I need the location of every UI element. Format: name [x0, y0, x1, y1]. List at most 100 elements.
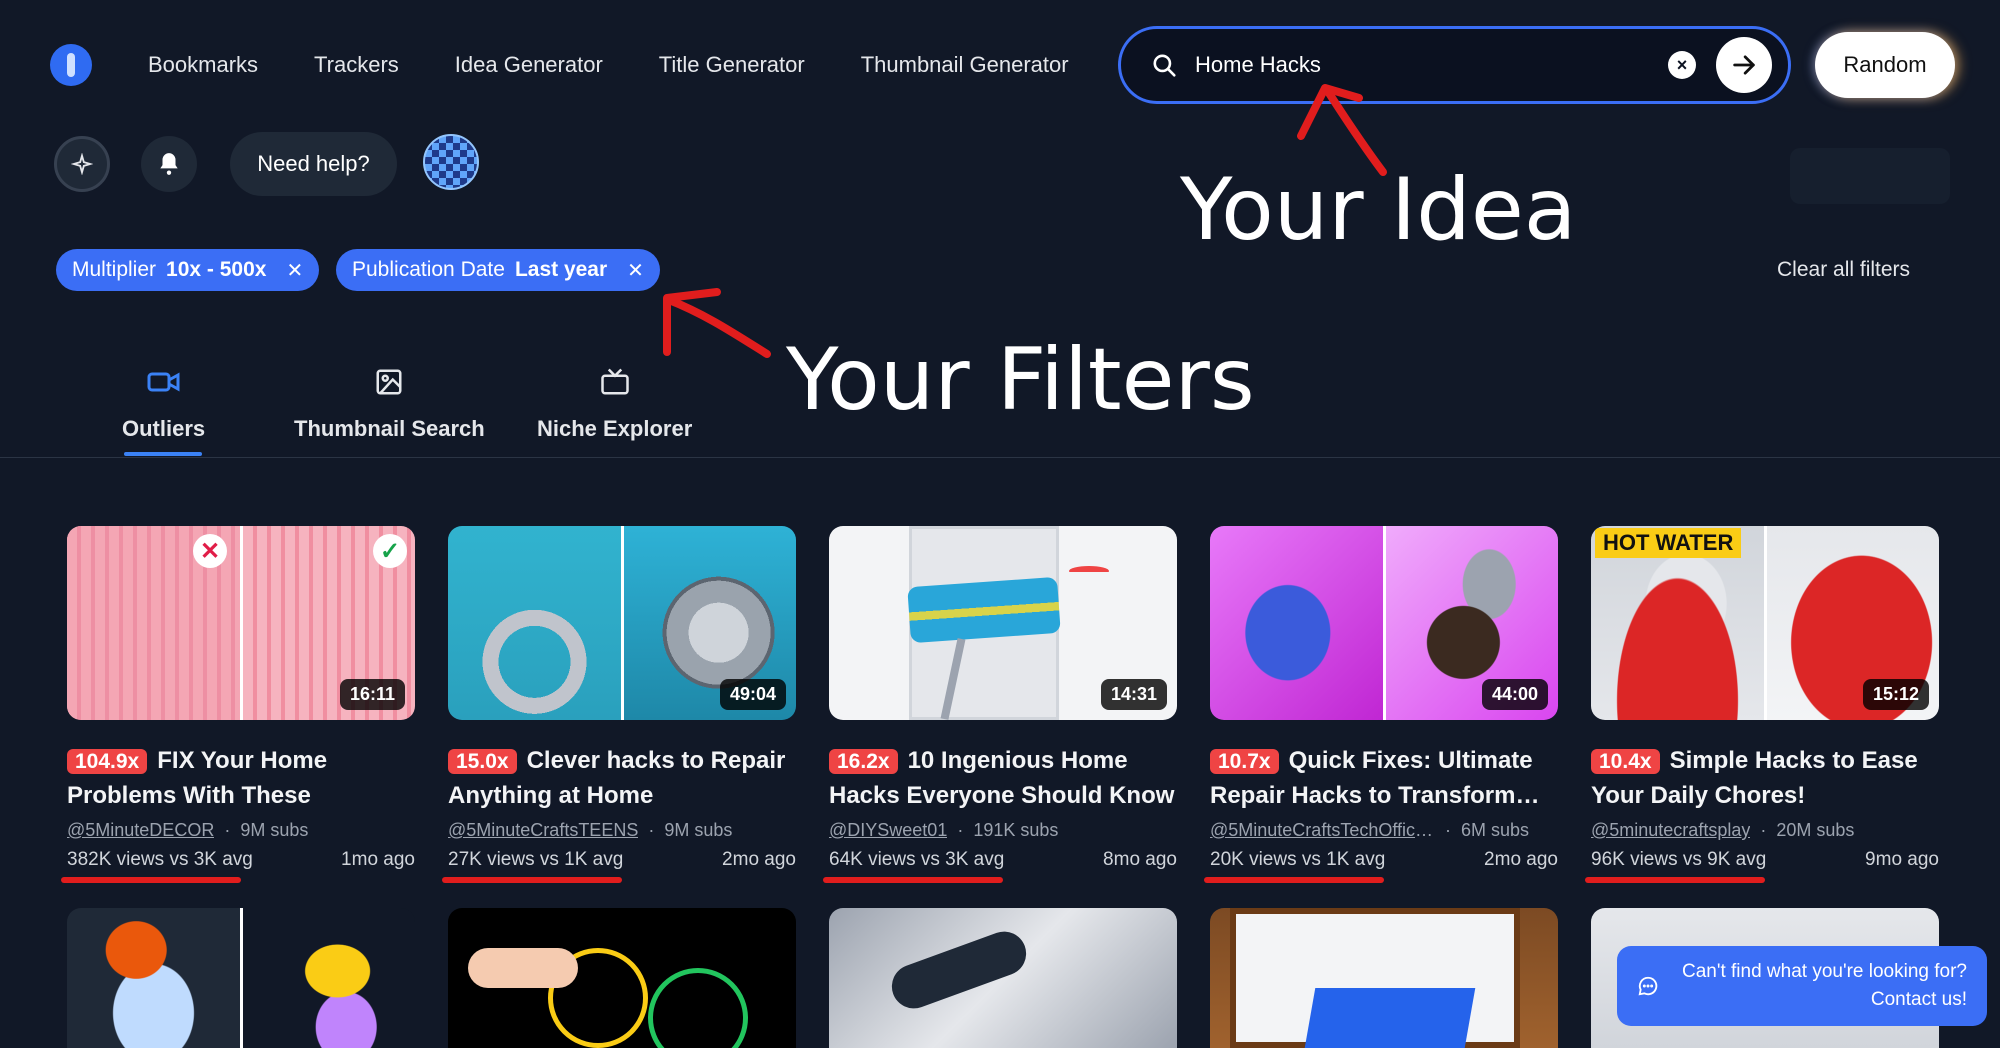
multiplier-badge: 16.2x — [829, 749, 898, 774]
avatar[interactable] — [423, 134, 479, 190]
video-card[interactable]: ✕ ✓ 16:11 104.9x FIX Your Home Problems W… — [61, 526, 415, 883]
video-card[interactable]: 44:00 10.7x Quick Fixes: Ultimate Repair … — [1204, 526, 1558, 883]
search-icon — [1153, 54, 1176, 77]
views-vs-avg: 20K views vs 1K avg — [1210, 849, 1386, 870]
video-thumbnail[interactable] — [67, 908, 415, 1048]
video-duration: 16:11 — [339, 679, 405, 710]
video-card[interactable]: 14:31 16.2x 10 Ingenious Home Hacks Every… — [823, 526, 1177, 883]
video-title[interactable]: 16.2x 10 Ingenious Home Hacks Everyone Sh… — [829, 744, 1177, 812]
clear-search-icon[interactable]: × — [1668, 51, 1696, 79]
video-thumbnail[interactable]: 14:31 — [829, 526, 1177, 720]
top-nav: Bookmarks Trackers Idea Generator Title … — [148, 52, 1069, 78]
chat-bubble-icon — [1638, 976, 1658, 996]
views-vs-avg: 96K views vs 9K avg — [1591, 849, 1767, 870]
video-title[interactable]: 15.0x Clever hacks to Repair Anything at … — [448, 744, 796, 812]
search-submit-button[interactable] — [1716, 37, 1772, 93]
filter-chip-multiplier[interactable]: Multiplier 10x - 500x ✕ — [56, 249, 320, 291]
annotation-underline — [61, 877, 241, 883]
video-card[interactable]: 49:04 15.0x Clever hacks to Repair Anythi… — [442, 526, 796, 883]
remove-filter-icon[interactable]: ✕ — [286, 258, 303, 283]
annotation-underline — [1204, 877, 1384, 883]
contact-line-1: Can't find what you're looking for? — [1681, 961, 1967, 982]
filter-chip-value: Last year — [514, 258, 608, 281]
subscriber-count: 20M subs — [1776, 820, 1855, 840]
annotation-underline — [442, 877, 622, 883]
published-ago: 2mo ago — [722, 849, 796, 870]
tab-label: Niche Explorer — [537, 416, 693, 441]
subscriber-count: 6M subs — [1461, 820, 1530, 840]
filter-chip-value: 10x - 500x — [166, 258, 267, 281]
published-ago: 1mo ago — [341, 849, 415, 870]
channel-link[interactable]: @5minutecraftsplay — [1591, 820, 1750, 841]
subscriber-count: 9M subs — [664, 820, 733, 840]
annotation-underline — [823, 877, 1003, 883]
nav-bookmarks[interactable]: Bookmarks — [148, 52, 258, 78]
divider — [0, 457, 2000, 458]
video-card[interactable]: HOT WATER 15:12 10.4x Simple Hacks to Eas… — [1585, 526, 1939, 883]
contact-support-widget[interactable]: Can't find what you're looking for? Cont… — [1617, 946, 1987, 1026]
app-logo[interactable] — [50, 44, 92, 86]
cross-icon: ✕ — [193, 534, 227, 568]
published-ago: 9mo ago — [1865, 849, 1939, 870]
views-vs-avg: 27K views vs 1K avg — [448, 849, 624, 870]
tab-outliers[interactable]: Outliers — [122, 362, 205, 442]
search-bar: × — [1118, 26, 1791, 104]
video-title[interactable]: 104.9x FIX Your Home Problems With These … — [67, 744, 415, 812]
subscriber-count: 191K subs — [973, 820, 1059, 840]
nav-trackers[interactable]: Trackers — [314, 52, 399, 78]
channel-link[interactable]: @5MinuteCraftsTechOffici… — [1210, 820, 1435, 841]
arrow-right-icon — [1733, 55, 1755, 75]
filter-chip-publication-date[interactable]: Publication Date Last year ✕ — [336, 249, 660, 291]
remove-filter-icon[interactable]: ✕ — [627, 258, 644, 283]
multiplier-badge: 104.9x — [67, 749, 148, 774]
nav-title-generator[interactable]: Title Generator — [659, 52, 805, 78]
thumbnail-caption: HOT WATER — [1595, 528, 1742, 558]
help-button[interactable]: Need help? — [230, 132, 397, 196]
contact-line-2: Contact us! — [1870, 989, 1967, 1010]
clear-all-filters-link[interactable]: Clear all filters — [1777, 258, 1910, 282]
random-button[interactable]: Random — [1815, 32, 1955, 98]
multiplier-badge: 15.0x — [448, 749, 517, 774]
filter-chip-name: Multiplier — [72, 258, 157, 281]
video-duration: 49:04 — [719, 679, 786, 710]
bell-icon — [160, 153, 178, 175]
published-ago: 8mo ago — [1103, 849, 1177, 870]
multiplier-badge: 10.7x — [1210, 749, 1279, 774]
video-thumbnail[interactable] — [829, 908, 1177, 1048]
views-vs-avg: 382K views vs 3K avg — [67, 849, 253, 870]
notifications-button[interactable] — [141, 136, 197, 192]
multiplier-badge: 10.4x — [1591, 749, 1660, 774]
video-thumbnail[interactable]: HOT WATER 15:12 — [1591, 526, 1939, 720]
tab-label: Thumbnail Search — [294, 416, 485, 441]
annotation-arrow-idea — [1297, 84, 1387, 176]
subscriber-count: 9M subs — [240, 820, 309, 840]
nav-idea-generator[interactable]: Idea Generator — [455, 52, 603, 78]
channel-link[interactable]: @5MinuteCraftsTEENS — [448, 820, 638, 841]
credits-indicator[interactable] — [54, 136, 110, 192]
channel-link[interactable]: @5MinuteDECOR — [67, 820, 214, 841]
video-thumbnail[interactable] — [1210, 908, 1558, 1048]
video-title[interactable]: 10.7x Quick Fixes: Ultimate Repair Hacks … — [1210, 744, 1558, 812]
faded-action-button — [1790, 148, 1950, 204]
sparkle-icon — [71, 153, 93, 175]
tab-niche-explorer[interactable]: Niche Explorer — [537, 362, 692, 442]
video-thumbnail[interactable]: 44:00 — [1210, 526, 1558, 720]
video-duration: 15:12 — [1862, 679, 1929, 710]
video-thumbnail[interactable]: ✕ ✓ 16:11 — [67, 526, 415, 720]
video-thumbnail[interactable] — [448, 908, 796, 1048]
tab-label: Outliers — [122, 416, 206, 441]
video-camera-icon — [147, 372, 180, 392]
published-ago: 2mo ago — [1484, 849, 1558, 870]
tv-icon — [600, 368, 629, 395]
search-input[interactable] — [1195, 52, 1668, 78]
video-thumbnail[interactable]: 49:04 — [448, 526, 796, 720]
annotation-arrow-filters — [663, 288, 771, 358]
annotation-underline — [1585, 877, 1765, 883]
nav-thumbnail-generator[interactable]: Thumbnail Generator — [861, 52, 1069, 78]
video-title[interactable]: 10.4x Simple Hacks to Ease Your Daily Cho… — [1591, 744, 1939, 812]
channel-link[interactable]: @DIYSweet01 — [829, 820, 947, 841]
video-duration: 14:31 — [1100, 679, 1167, 710]
tab-thumbnail-search[interactable]: Thumbnail Search — [294, 362, 485, 442]
filter-chip-name: Publication Date — [352, 258, 505, 281]
image-icon — [376, 369, 402, 395]
